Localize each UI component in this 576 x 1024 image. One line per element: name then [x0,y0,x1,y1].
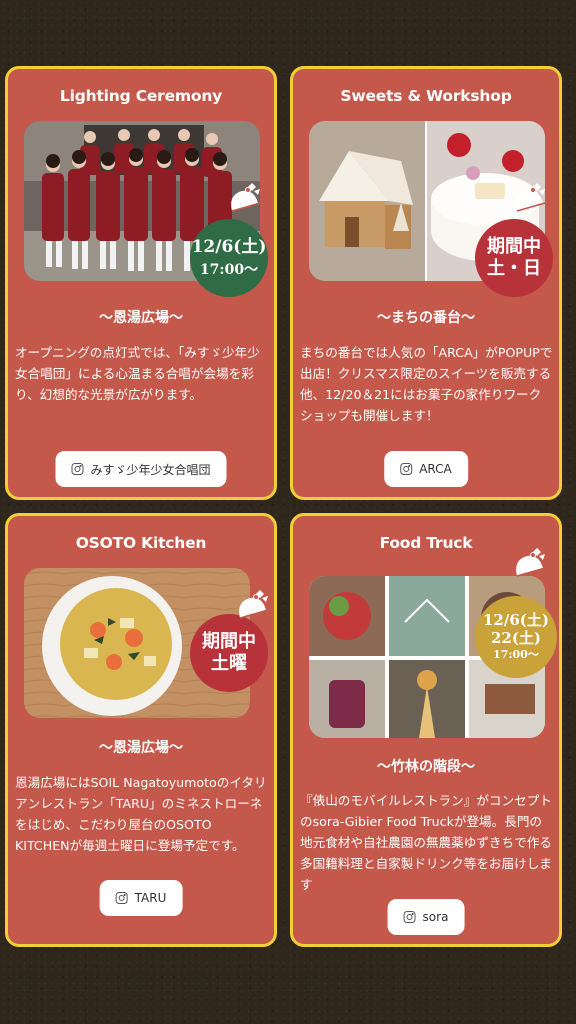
instagram-link-button[interactable]: sora [387,899,465,935]
event-description: オープニングの点灯式では、「みすゞ少年少女合唱団」による心温まる合唱が会場を彩り… [15,345,260,402]
instagram-button-label: TARU [134,891,167,905]
event-card-lighting-ceremony: Lighting Ceremony 12/6(土) 17:00〜 〜恩湯広場〜 … [5,66,277,500]
date-badge: 12/6(土) 17:00〜 [190,219,268,297]
instagram-button-label: sora [422,910,449,924]
period-badge: 期間中 土・日 [475,219,553,297]
instagram-link-button[interactable]: みすゞ少年少女合唱団 [55,451,227,487]
badge-line2: 土・日 [487,257,541,279]
badge-line1: 期間中 [202,630,256,652]
badge-date-2: 22(土) [490,628,542,647]
badge-line2: 土曜 [211,652,247,674]
event-card-food-truck: Food Truck 12/6(土) 22(土) 17:00〜 〜竹林の階段〜 … [290,513,562,947]
christmas-bell-icon [239,590,269,619]
instagram-link-button[interactable]: ARCA [384,451,468,487]
event-card-osoto-kitchen: OSOTO Kitchen 期間中 土曜 〜恩湯広場〜 恩湯広場にはSOIL N… [5,513,277,947]
badge-date-1: 12/6(土) [483,610,549,629]
instagram-icon [71,463,84,475]
event-description: 恩湯広場にはSOIL Nagatoyumotoのイタリアンレストラン「TARU」… [15,775,267,853]
badge-line1: 期間中 [487,235,541,257]
card-title: OSOTO Kitchen [75,534,207,552]
event-card-sweets-workshop: Sweets & Workshop 期間中 土・日 〜まちの番台〜 まちの番台で… [290,66,562,500]
card-title: Lighting Ceremony [59,87,223,105]
badge-time: 17:00〜 [199,261,259,278]
christmas-bell-icon [516,183,546,212]
instagram-icon [403,911,416,923]
card-title: Sweets & Workshop [340,87,512,105]
christmas-bell-icon [231,183,261,212]
instagram-link-button[interactable]: TARU [99,880,183,916]
badge-time: 17:00〜 [493,648,539,662]
instagram-button-label: ARCA [419,462,452,476]
date-badge: 12/6(土) 22(土) 17:00〜 [475,596,557,678]
christmas-bell-icon [516,548,546,577]
instagram-icon [115,892,128,904]
location-label: 〜竹林の階段〜 [377,759,475,775]
event-description: まちの番台では人気の「ARCA」がPOPUPで出店！クリスマス限定のスイーツを販… [300,345,553,423]
badge-date: 12/6(土) [191,236,267,257]
location-label: 〜まちの番台〜 [377,310,475,326]
location-label: 〜恩湯広場〜 [99,310,183,326]
location-label: 〜恩湯広場〜 [99,740,183,756]
instagram-icon [400,463,413,475]
event-description: 『俵山のモバイルレストラン』がコンセプトのsora-Gibier Food Tr… [300,793,552,892]
instagram-button-label: みすゞ少年少女合唱団 [90,462,211,477]
